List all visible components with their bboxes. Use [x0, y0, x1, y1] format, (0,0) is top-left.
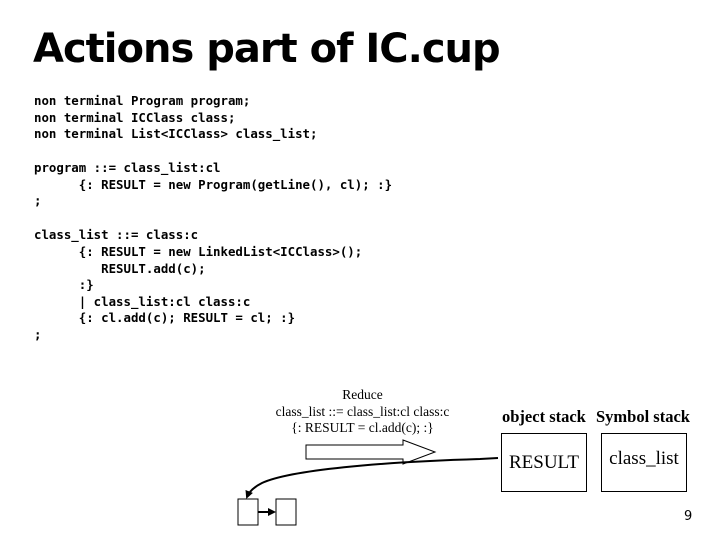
symbol-stack-label: Symbol stack: [596, 407, 690, 426]
object-stack-value: RESULT: [508, 451, 580, 473]
symbol-stack-cell: class_list: [601, 433, 687, 492]
list-node: [237, 498, 259, 526]
reduce-arrow-icon: [305, 439, 437, 465]
page-number: 9: [684, 509, 693, 524]
result-pointer-curve: [245, 457, 499, 499]
object-stack-cell: RESULT: [501, 433, 587, 492]
object-stack-label: object stack: [502, 407, 586, 426]
list-node: [275, 498, 297, 526]
symbol-stack-value: class_list: [609, 448, 679, 469]
